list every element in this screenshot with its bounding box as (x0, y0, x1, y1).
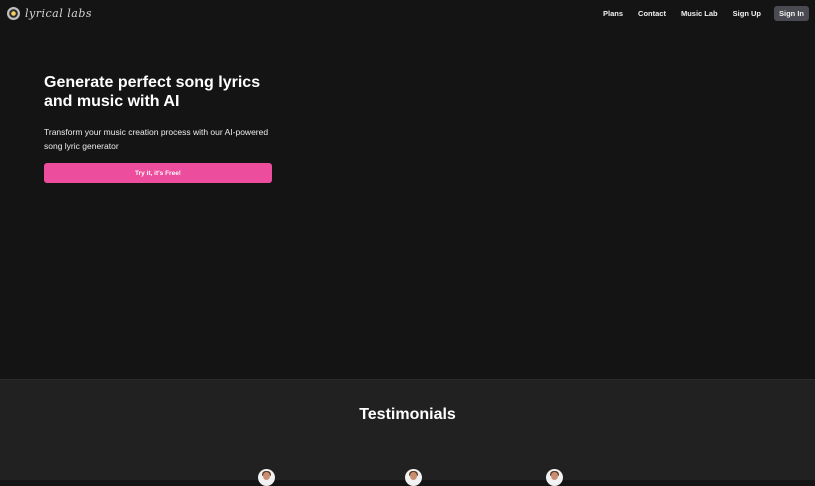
hero-subtitle: Transform your music creation process wi… (44, 127, 269, 151)
avatar-face (410, 472, 417, 480)
nav-link-contact[interactable]: Contact (638, 9, 666, 18)
site-header: lyrical labs Plans Contact Music Lab Sig… (0, 0, 815, 26)
avatar-face (551, 472, 558, 480)
testimonials-title: Testimonials (359, 406, 456, 423)
avatar (546, 469, 563, 486)
logo-icon (7, 6, 20, 20)
avatar (405, 469, 422, 486)
sign-in-button[interactable]: Sign In (774, 5, 809, 21)
testimonials-section: Testimonials (0, 379, 815, 486)
hero-title: Generate perfect song lyrics and music w… (44, 74, 261, 110)
nav-link-sign-up[interactable]: Sign Up (733, 9, 761, 18)
nav-link-music-lab[interactable]: Music Lab (681, 9, 718, 18)
nav-link-plans[interactable]: Plans (603, 9, 623, 18)
avatar-face (263, 472, 270, 480)
logo[interactable]: lyrical labs (7, 0, 92, 26)
logo-text: lyrical labs (25, 6, 93, 20)
try-free-button[interactable]: Try it, it's Free! (44, 163, 272, 183)
main-nav: Plans Contact Music Lab Sign Up Sign In (588, 5, 809, 21)
avatar (258, 469, 275, 486)
